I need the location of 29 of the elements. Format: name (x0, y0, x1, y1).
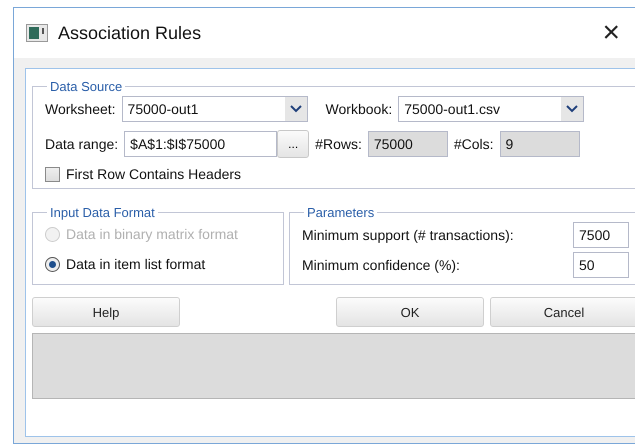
field-label: #Cols: (454, 136, 494, 152)
checkbox-label: First Row Contains Headers (66, 166, 242, 182)
window-title: Association Rules (58, 22, 202, 44)
parameter-field[interactable]: 7500 (573, 222, 629, 248)
group-title: Input Data Format (49, 205, 156, 220)
worksheet-dropdown[interactable]: 75000-out1 (122, 96, 308, 122)
browse-button[interactable]: ... (277, 130, 310, 158)
close-icon[interactable]: × (602, 18, 620, 48)
field-label: #Rows: (315, 136, 362, 152)
cancel-button[interactable]: Cancel (490, 297, 635, 327)
radio-button[interactable] (45, 256, 60, 272)
group-title: Parameters (306, 205, 376, 220)
window-icon (26, 24, 48, 42)
field-label: Worksheet: (45, 101, 116, 117)
parameter-field[interactable]: 50 (573, 252, 629, 278)
help-button[interactable]: Help (32, 297, 180, 327)
radio-label: Data in binary matrix format (66, 226, 238, 242)
field-label: Minimum support (# transactions): (302, 227, 514, 243)
ok-button[interactable]: OK (336, 297, 484, 327)
field-label: Minimum confidence (%): (302, 257, 460, 273)
cols-field[interactable]: 9 (500, 131, 580, 157)
group-title: Data Source (49, 79, 124, 94)
rows-field[interactable]: 75000 (368, 131, 448, 157)
field-label: Data range: (45, 136, 118, 152)
radio-label: Data in item list format (66, 256, 206, 272)
checkbox[interactable] (45, 166, 60, 182)
workbook-dropdown[interactable]: 75000-out1.csv (398, 96, 584, 122)
data-range-field[interactable]: $A$1:$I$75000 (124, 131, 278, 157)
field-label: Workbook: (326, 101, 392, 117)
